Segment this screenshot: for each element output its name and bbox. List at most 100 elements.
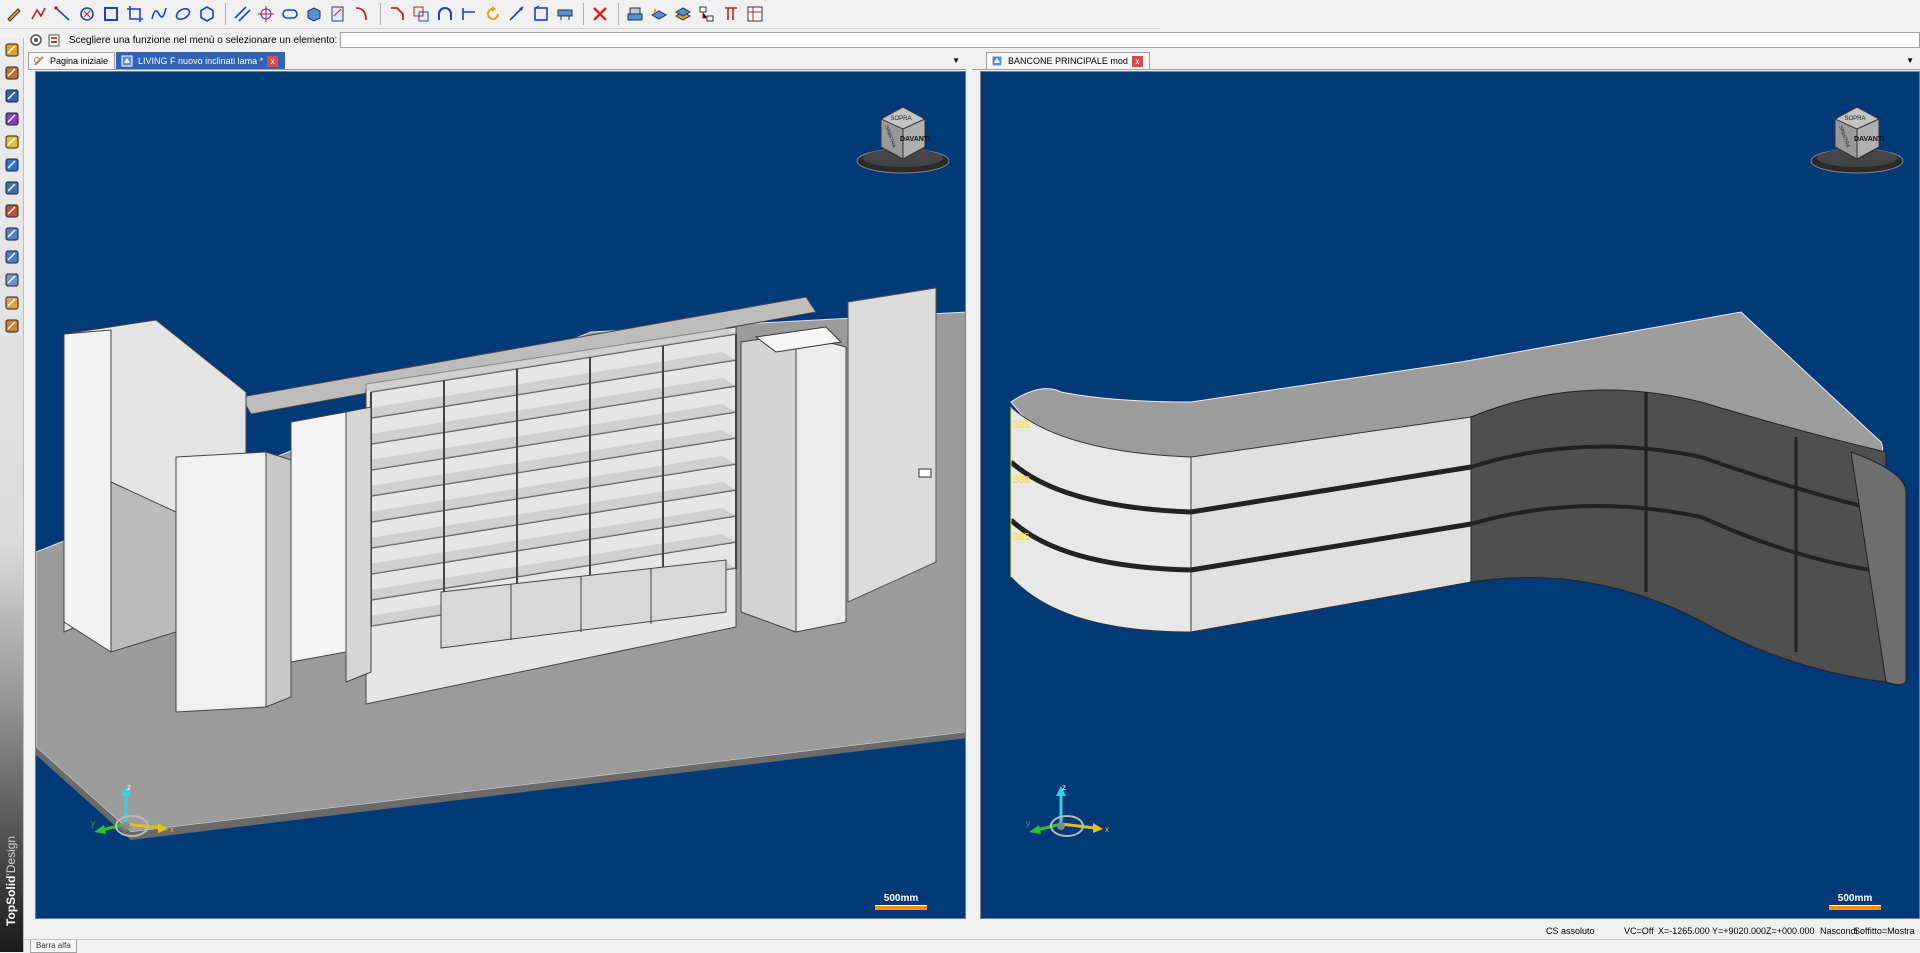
scale-indicator: 500mm <box>1829 893 1881 910</box>
assembly-doc-icon <box>991 55 1003 67</box>
hierarchy-icon[interactable] <box>720 3 742 25</box>
dimension-label: 388 <box>1013 475 1030 486</box>
layers-icon[interactable] <box>648 3 670 25</box>
tall-cabinet-left <box>175 451 267 713</box>
cube-front-label: DAVANTI <box>1854 136 1884 143</box>
reception-desk-model[interactable]: 385 388 385 <box>981 72 1920 919</box>
toolbar-separator <box>380 3 381 25</box>
target-tool-icon[interactable] <box>3 156 21 174</box>
rotate-icon[interactable] <box>482 3 504 25</box>
status-bar: CS assoluto VC=Off X=-1265.000 Y=+9020.0… <box>24 924 1920 939</box>
line-icon[interactable] <box>52 3 74 25</box>
toolbar-separator <box>618 3 619 25</box>
door-frame <box>290 411 347 663</box>
dimension-label: 385 <box>1013 420 1030 431</box>
pencil-icon[interactable] <box>4 3 26 25</box>
panel-tool-icon[interactable] <box>3 248 21 266</box>
trim-icon[interactable] <box>458 3 480 25</box>
parallel-lines-icon[interactable] <box>231 3 253 25</box>
chamfer-icon[interactable] <box>386 3 408 25</box>
sketch-icon[interactable] <box>327 3 349 25</box>
x-coordinate: X=-1265.000 <box>1658 926 1710 936</box>
scale-indicator: 500mm <box>875 893 927 910</box>
fillet-icon[interactable] <box>351 3 373 25</box>
right-tab-row: BANCONE PRINCIPALE mod x ▼ <box>972 52 1920 70</box>
tab-bancone-principale[interactable]: BANCONE PRINCIPALE mod x <box>986 52 1150 69</box>
ruler-tool-icon[interactable] <box>3 64 21 82</box>
tab-living-document[interactable]: LIVING F nuovo inclinati lama * x <box>116 52 286 69</box>
brand-name: TopSolid <box>4 875 18 926</box>
gear-tool-icon[interactable] <box>3 179 21 197</box>
axis-z-label: z <box>127 784 131 792</box>
left-tab-row: Pagina iniziale LIVING F nuovo inclinati… <box>28 52 966 70</box>
coordinate-system[interactable]: CS assoluto <box>1546 926 1595 936</box>
slot-icon[interactable] <box>279 3 301 25</box>
point-target-icon[interactable] <box>255 3 277 25</box>
measure-icon[interactable] <box>554 3 576 25</box>
box-3d-icon[interactable] <box>303 3 325 25</box>
wall-tool-icon[interactable] <box>3 225 21 243</box>
transform-icon[interactable] <box>530 3 552 25</box>
assembly-tool-icon[interactable] <box>3 202 21 220</box>
ellipse-icon[interactable] <box>172 3 194 25</box>
delete-icon[interactable] <box>589 3 611 25</box>
axis-x-label: x <box>170 825 174 834</box>
toolbar-separator <box>583 3 584 25</box>
right-3d-viewport[interactable]: 385 388 385 SOPRA DAVANTI SINISTRA z x y <box>980 71 1920 919</box>
alpha-bar-tab[interactable]: Barra alfa <box>30 940 77 953</box>
cube-top-label: SOPRA <box>890 116 911 122</box>
dimension-icon[interactable] <box>506 3 528 25</box>
assembly-doc-icon <box>121 55 133 67</box>
circle-x-icon[interactable] <box>76 3 98 25</box>
color-tool-icon[interactable] <box>3 294 21 312</box>
y-coordinate: Y=+9020.000 <box>1712 926 1767 936</box>
view-cursor-state[interactable]: VC=Off <box>1624 926 1654 936</box>
scale-bar <box>875 905 927 910</box>
chevron-down-icon[interactable]: ▼ <box>1906 56 1914 65</box>
view-cube[interactable]: SOPRA DAVANTI SINISTRA <box>1807 97 1907 177</box>
block-tool-icon[interactable] <box>3 87 21 105</box>
sketch-tool-icon[interactable] <box>3 41 21 59</box>
table-icon[interactable] <box>744 3 766 25</box>
settings-icon[interactable] <box>28 32 43 48</box>
ceiling-toggle[interactable]: Soffitto=Mostra <box>1854 926 1915 936</box>
rectangle-icon[interactable] <box>100 3 122 25</box>
handle <box>918 468 932 478</box>
shape-tool-icon[interactable] <box>3 110 21 128</box>
stack-icon[interactable] <box>624 3 646 25</box>
spline-icon[interactable] <box>148 3 170 25</box>
axis-triad: z x y <box>91 784 174 837</box>
axis-y-label: y <box>1026 819 1030 828</box>
layers2-icon[interactable] <box>672 3 694 25</box>
hexagon-icon[interactable] <box>196 3 218 25</box>
polyline-icon[interactable] <box>28 3 50 25</box>
edge-tool-icon[interactable] <box>3 271 21 289</box>
scale-label: 500mm <box>1837 893 1873 904</box>
scale-label: 500mm <box>883 893 919 904</box>
home-page-icon <box>33 55 45 67</box>
command-input[interactable] <box>340 32 1920 48</box>
tab-home-page[interactable]: Pagina iniziale <box>28 52 116 69</box>
material-tool-icon[interactable] <box>3 317 21 335</box>
offset-icon[interactable] <box>410 3 432 25</box>
tag-tool-icon[interactable] <box>3 133 21 151</box>
crop-icon[interactable] <box>124 3 146 25</box>
right-document-pane: BANCONE PRINCIPALE mod x ▼ 385 388 385 S… <box>972 52 1920 922</box>
brand-logo: TopSolid'Design <box>1 776 23 926</box>
chevron-down-icon[interactable]: ▼ <box>952 56 960 65</box>
axis-z-label: z <box>1062 784 1066 792</box>
z-coordinate: Z=+000.000 <box>1766 926 1815 936</box>
left-3d-viewport[interactable]: SOPRA DAVANTI SINISTRA z x y 500mm <box>35 71 966 919</box>
close-tab-button[interactable]: x <box>267 55 279 67</box>
history-icon[interactable] <box>46 32 61 48</box>
prompt-label: Scegliere una funzione nel menù o selezi… <box>68 34 338 46</box>
brand-sub: 'Design <box>4 835 18 876</box>
close-tab-button[interactable]: x <box>1131 55 1143 67</box>
scale-bar <box>1829 905 1881 910</box>
view-cube[interactable]: SOPRA DAVANTI SINISTRA <box>853 97 953 177</box>
dimension-label: 385 <box>1013 532 1030 543</box>
tree-icon[interactable] <box>696 3 718 25</box>
cube-top-label: SOPRA <box>1844 116 1865 122</box>
arc-icon[interactable] <box>434 3 456 25</box>
hide-toggle[interactable]: Nascondi <box>1820 926 1858 936</box>
